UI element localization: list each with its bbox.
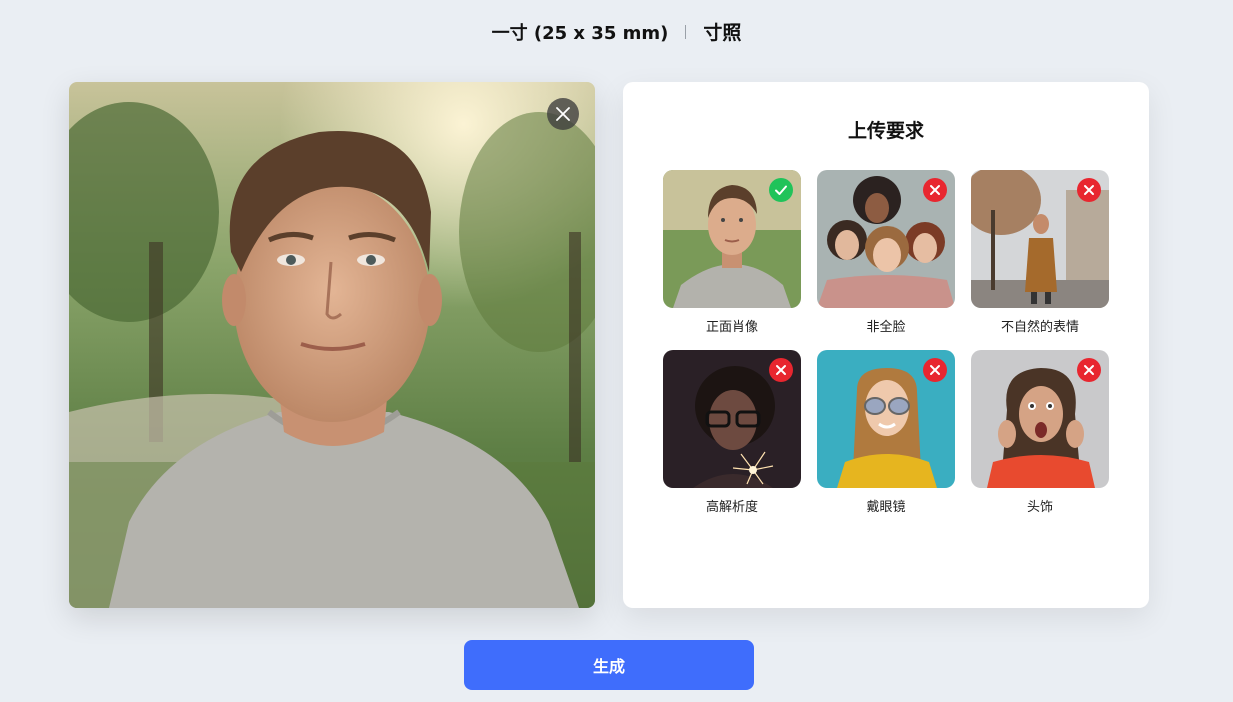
requirements-title: 上传要求 bbox=[847, 120, 924, 142]
check-icon bbox=[769, 178, 793, 202]
x-icon bbox=[769, 358, 793, 382]
example-thumbnail bbox=[663, 170, 801, 308]
x-icon bbox=[923, 178, 947, 202]
example-thumbnail bbox=[971, 170, 1109, 308]
remove-photo-button[interactable] bbox=[547, 98, 579, 130]
example-thumbnail bbox=[971, 350, 1109, 488]
requirement-item: 高解析度 bbox=[663, 350, 801, 515]
requirement-label: 不自然的表情 bbox=[1000, 320, 1079, 335]
generate-button[interactable]: 生成 bbox=[464, 640, 754, 690]
requirement-label: 非全脸 bbox=[866, 320, 906, 335]
photo-type-label: 寸照 bbox=[703, 22, 742, 44]
uploaded-photo bbox=[69, 82, 595, 608]
requirement-label: 戴眼镜 bbox=[866, 500, 906, 515]
requirement-item: 正面肖像 bbox=[663, 170, 801, 335]
x-icon bbox=[1077, 178, 1101, 202]
requirement-label: 正面肖像 bbox=[705, 320, 758, 335]
size-label: 一寸 (25 x 35 mm) bbox=[491, 22, 669, 44]
requirement-item: 不自然的表情 bbox=[971, 170, 1109, 335]
requirement-item: 戴眼镜 bbox=[817, 350, 955, 515]
upload-requirements-panel: 上传要求 正面肖像 非全脸 不自然的表情 高解析度 戴眼镜 头饰 bbox=[623, 82, 1149, 608]
requirement-item: 头饰 bbox=[971, 350, 1109, 515]
header-divider bbox=[685, 24, 687, 39]
example-thumbnail bbox=[817, 170, 955, 308]
x-icon bbox=[1077, 358, 1101, 382]
x-icon bbox=[923, 358, 947, 382]
requirement-label: 头饰 bbox=[1026, 500, 1053, 515]
requirement-label: 高解析度 bbox=[705, 500, 758, 515]
example-thumbnail bbox=[663, 350, 801, 488]
requirement-item: 非全脸 bbox=[817, 170, 955, 335]
close-icon bbox=[556, 107, 570, 121]
example-thumbnail bbox=[817, 350, 955, 488]
page-header: 一寸 (25 x 35 mm) 寸照 bbox=[0, 18, 1233, 45]
